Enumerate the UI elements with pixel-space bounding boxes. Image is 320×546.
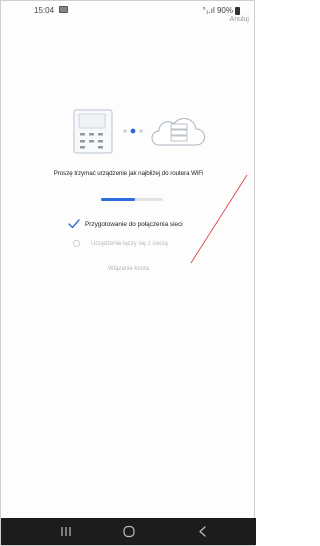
- status-bar: 15:04 °₁.ıl 90%: [1, 1, 256, 21]
- progress-fill: [101, 198, 136, 201]
- step-prepare-label: Przygotowanie do połączenia sieci: [85, 221, 183, 228]
- check-icon: [68, 219, 80, 229]
- navigation-bar: [1, 518, 256, 545]
- ac-controller-icon: [73, 109, 113, 154]
- signal-battery-text: °₁.ıl 90%: [202, 6, 233, 15]
- step-connecting-label: Urządzenie łączy się z siecią: [91, 241, 168, 247]
- connection-screen: 15:04 °₁.ıl 90% Anuluj Proszę trzymać ur…: [0, 0, 256, 546]
- recent-apps-icon[interactable]: [46, 518, 86, 545]
- status-indicators: °₁.ıl 90%: [203, 6, 240, 15]
- account-binding-text: Wiązanie konta: [107, 266, 150, 272]
- battery-icon: [235, 6, 240, 15]
- status-time: 15:04: [34, 6, 55, 15]
- pending-circle-icon: [73, 240, 80, 247]
- device-to-cloud-illustration: [73, 109, 205, 154]
- red-annotation-line: [190, 174, 248, 264]
- back-icon[interactable]: [183, 518, 223, 545]
- cancel-button[interactable]: Anuluj: [230, 16, 249, 23]
- image-notification-icon: [59, 6, 68, 13]
- connection-progress-bar: [101, 198, 163, 201]
- cloud-server-icon: [151, 118, 205, 146]
- home-icon[interactable]: [109, 518, 149, 545]
- progress-dots: [123, 128, 143, 134]
